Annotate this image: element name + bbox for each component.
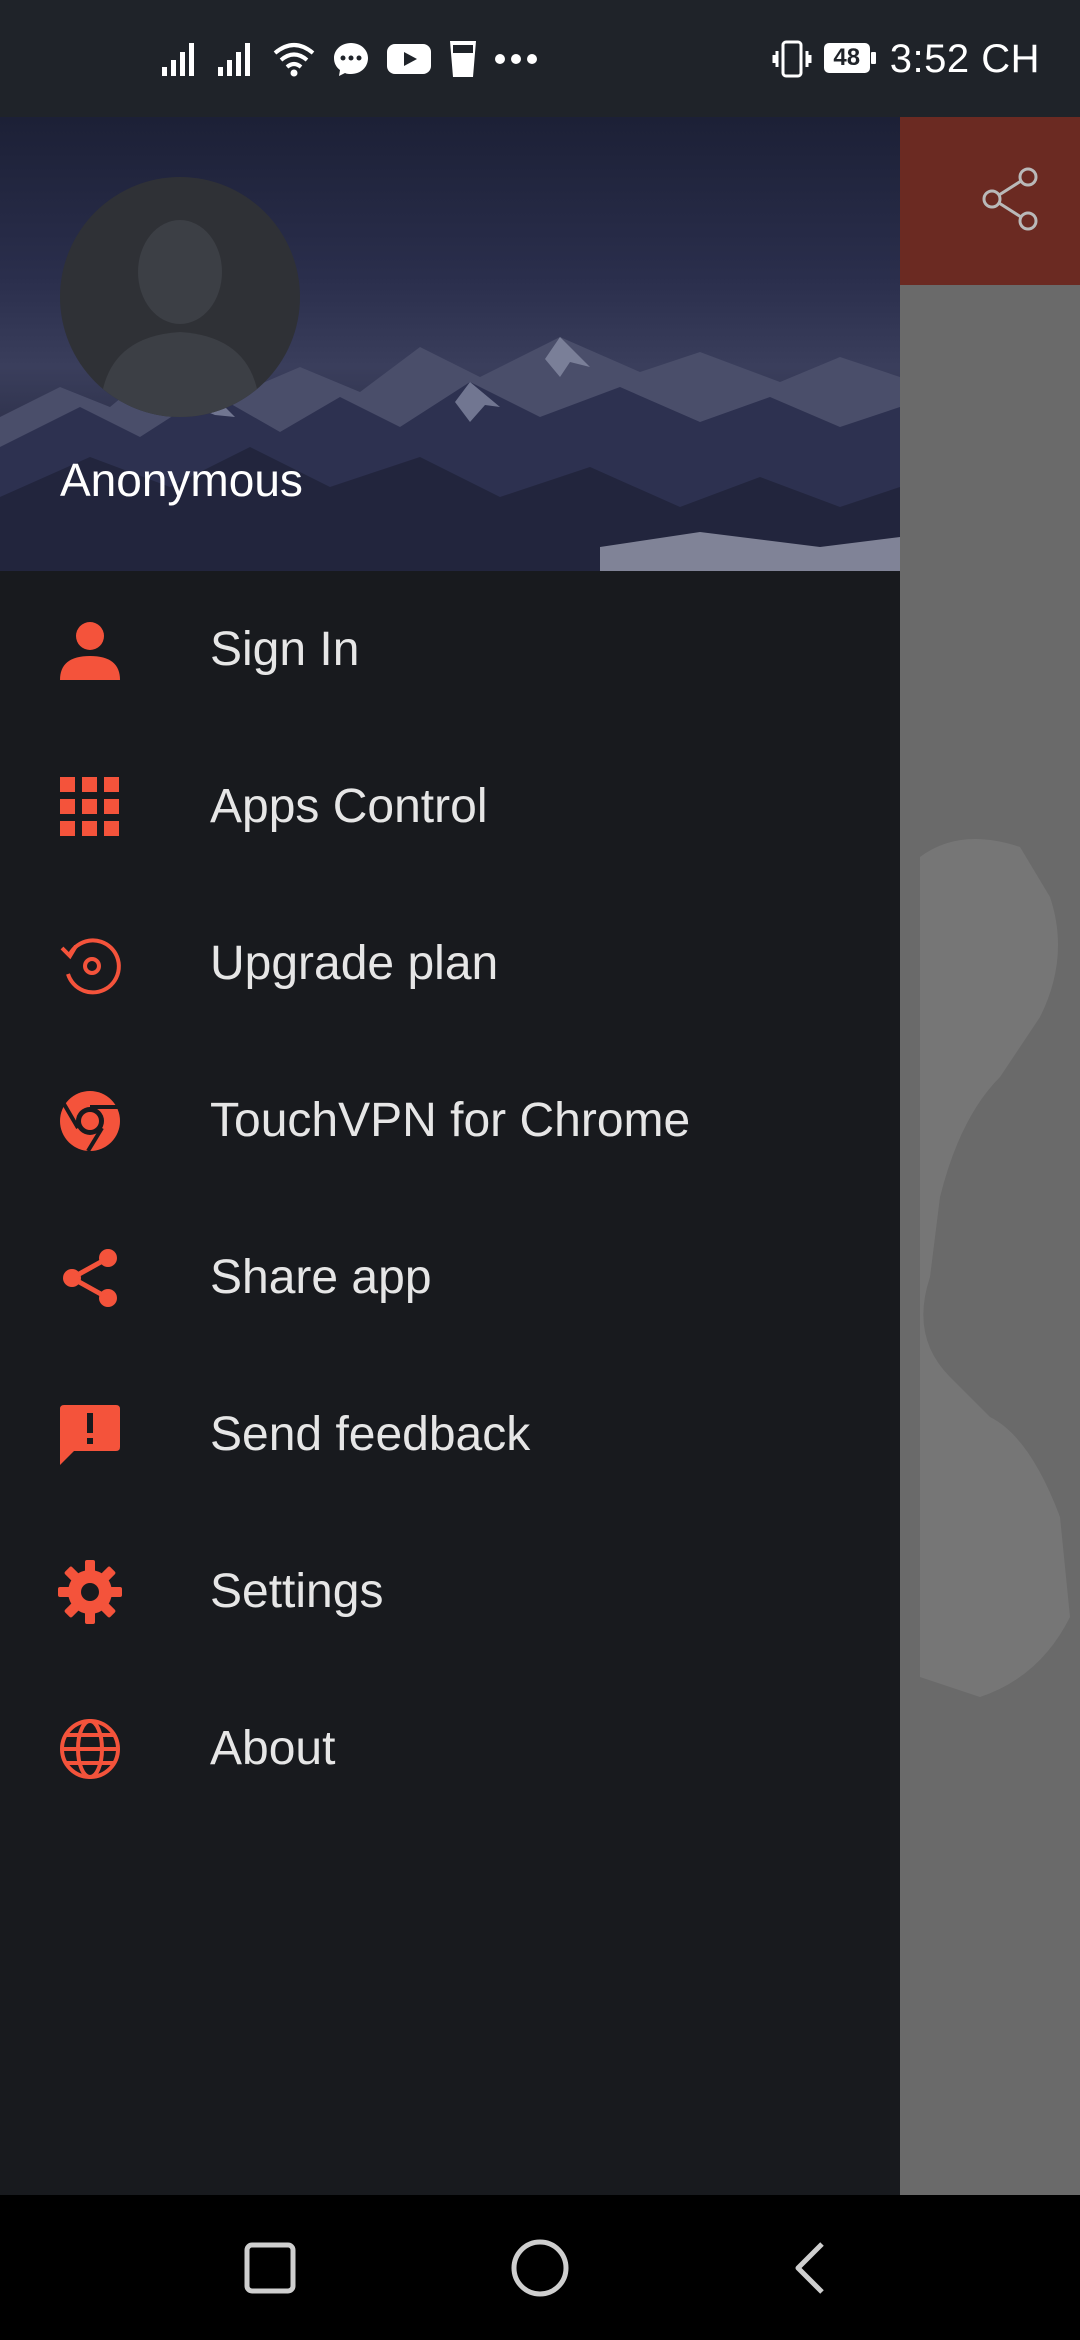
status-icons-left	[160, 34, 538, 84]
back-chevron-icon	[795, 2241, 824, 2294]
menu-item-label: Sign In	[210, 623, 360, 676]
background-toolbar	[900, 117, 1080, 285]
user-name: Anonymous	[60, 454, 303, 506]
signal-icon	[218, 43, 250, 76]
menu-item-label: Share app	[210, 1251, 432, 1304]
menu-item-label: Apps Control	[210, 780, 488, 833]
messenger-icon	[334, 43, 368, 76]
menu-item-apps-control[interactable]: Apps Control	[0, 728, 900, 885]
apps-grid-icon	[58, 775, 122, 839]
background-app-scrim[interactable]	[900, 117, 1080, 2195]
status-bar: 48 3:52 CH	[0, 0, 1080, 117]
circle-icon	[511, 2239, 569, 2296]
menu-item-touchvpn-chrome[interactable]: TouchVPN for Chrome	[0, 1042, 900, 1199]
menu-item-label: Settings	[210, 1565, 384, 1618]
chrome-icon	[58, 1089, 122, 1153]
menu-item-sign-in[interactable]: Sign In	[0, 571, 900, 728]
person-silhouette-icon	[100, 220, 260, 417]
drawer-header: Anonymous	[0, 117, 900, 571]
avatar[interactable]	[60, 177, 300, 417]
system-navigation-bar	[0, 2195, 1080, 2340]
share-icon[interactable]	[980, 167, 1040, 231]
feedback-icon	[58, 1403, 122, 1467]
menu-item-label: Upgrade plan	[210, 937, 499, 990]
share-icon	[58, 1246, 122, 1310]
glass-icon	[450, 41, 476, 77]
gear-icon	[58, 1559, 122, 1624]
more-dots-icon	[495, 54, 537, 64]
person-icon	[58, 618, 122, 682]
menu-item-share-app[interactable]: Share app	[0, 1199, 900, 1356]
signal-icon	[162, 43, 194, 76]
menu-item-label: Send feedback	[210, 1408, 531, 1461]
battery-icon: 48	[823, 43, 878, 75]
home-button[interactable]	[460, 2195, 620, 2340]
square-icon	[244, 2242, 296, 2293]
world-map-background	[920, 839, 1070, 1697]
youtube-icon	[387, 44, 431, 74]
vibrate-icon	[772, 40, 812, 78]
wifi-icon	[273, 43, 315, 77]
globe-icon	[58, 1717, 122, 1781]
menu-item-label: TouchVPN for Chrome	[210, 1094, 691, 1147]
menu-item-label: About	[210, 1722, 336, 1775]
upgrade-icon	[58, 932, 122, 996]
recents-button[interactable]	[190, 2195, 350, 2340]
back-button[interactable]	[730, 2195, 890, 2340]
menu-item-upgrade-plan[interactable]: Upgrade plan	[0, 885, 900, 1042]
status-icons-right: 48 3:52 CH	[772, 30, 1040, 88]
status-time: 3:52 CH	[889, 36, 1040, 81]
menu-item-send-feedback[interactable]: Send feedback	[0, 1356, 900, 1513]
menu-item-settings[interactable]: Settings	[0, 1513, 900, 1670]
battery-level: 48	[833, 44, 861, 71]
menu-item-about[interactable]: About	[0, 1670, 900, 1827]
navigation-drawer: Anonymous Sign In Apps Control Upgrade p…	[0, 117, 900, 2195]
drawer-menu: Sign In Apps Control Upgrade plan TouchV…	[0, 571, 900, 1827]
